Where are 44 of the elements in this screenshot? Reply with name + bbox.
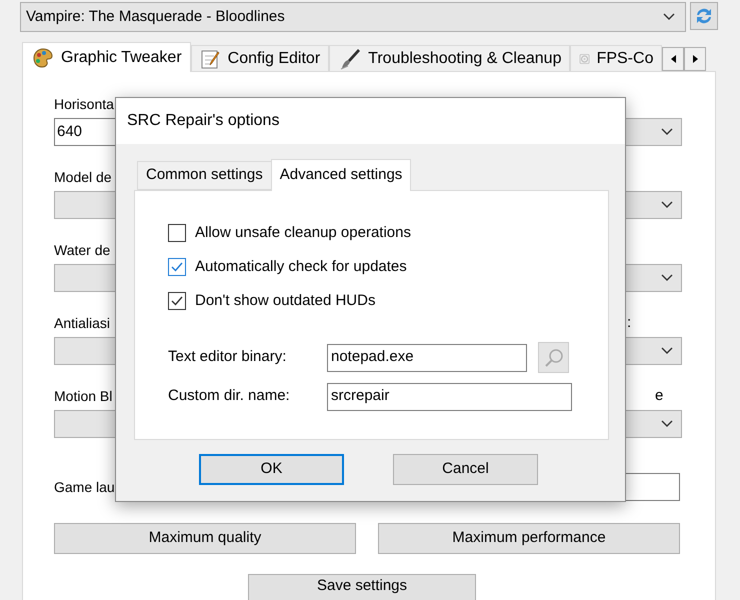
checkbox-label: Allow unsafe cleanup operations (195, 222, 411, 243)
save-button[interactable]: Save settings (248, 574, 476, 600)
tab[interactable]: Common settings (137, 161, 272, 190)
setting-label: : (627, 313, 632, 333)
dialog-title: SRC Repair's options (127, 111, 280, 131)
setting-label: Game lau (54, 478, 116, 496)
setting-label: Water de (54, 241, 110, 260)
tab[interactable]: Graphic Tweaker (22, 42, 191, 72)
right-arrow-icon (692, 55, 698, 63)
preset-button[interactable]: Maximum performance (378, 523, 680, 554)
scroll-right-button[interactable] (684, 47, 706, 71)
setting-label: Model de (54, 168, 112, 187)
chevron-down-icon (661, 201, 673, 209)
field-label: Text editor binary: (168, 347, 288, 368)
dialog-button[interactable]: OK (199, 454, 344, 485)
setting-label: Motion Bl (54, 387, 112, 406)
brush-icon (338, 46, 362, 70)
preset-button[interactable]: Maximum quality (54, 523, 356, 554)
tab[interactable]: Config Editor (190, 45, 330, 72)
chevron-down-icon (661, 274, 673, 282)
checkbox-label: Don't show outdated HUDs (195, 290, 376, 311)
input-field[interactable]: notepad.exe (327, 344, 527, 372)
notepad-icon (200, 48, 222, 70)
search-icon (542, 346, 564, 368)
tab[interactable]: Troubleshooting & Cleanup (329, 45, 570, 72)
checkbox[interactable] (168, 224, 186, 242)
tab[interactable]: Advanced settings (270, 159, 412, 191)
game-select[interactable]: Vampire: The Masquerade - Bloodlines (20, 2, 686, 32)
field-label: Custom dir. name: (168, 386, 291, 406)
tab[interactable]: FPS-Co (570, 45, 662, 72)
checkbox-label: Automatically check for updates (195, 256, 407, 277)
setting-label: Horisonta (54, 95, 114, 114)
chevron-down-icon (661, 347, 673, 355)
palette-icon (31, 46, 55, 70)
scroll-left-button[interactable] (662, 47, 684, 71)
left-arrow-icon (670, 55, 676, 63)
chevron-down-icon (661, 128, 673, 136)
chevron-down-icon (661, 420, 673, 428)
chevron-down-icon (663, 13, 675, 21)
input-field[interactable]: srcrepair (327, 382, 572, 410)
setting-label: e (655, 386, 664, 406)
dialog-button[interactable]: Cancel (393, 454, 538, 485)
refresh-button[interactable] (690, 2, 718, 30)
setting-label: Antialiasi (54, 314, 110, 333)
